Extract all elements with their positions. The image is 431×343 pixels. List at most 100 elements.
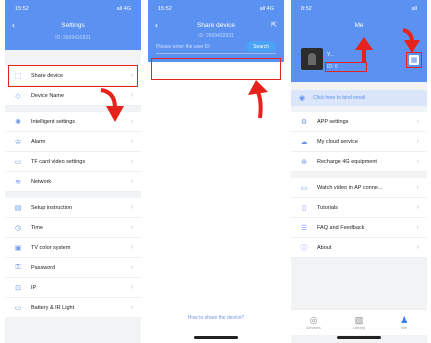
chevron-right-icon: › <box>416 244 419 251</box>
monitor-icon: ▭ <box>300 184 308 192</box>
time-row[interactable]: ◷ Time › <box>5 218 141 238</box>
page-title: Share device <box>197 21 235 29</box>
highlight-search <box>151 58 281 80</box>
image-icon: ▨ <box>354 315 364 325</box>
row-label: Alarm <box>31 138 46 145</box>
red-arrow-down-icon <box>402 28 420 53</box>
user-id-input[interactable] <box>156 40 247 53</box>
alarm-icon: ♔ <box>14 138 22 146</box>
password-row[interactable]: ⚿ Password › <box>5 258 141 278</box>
red-arrow-up-icon <box>355 37 373 63</box>
back-icon[interactable]: ‹ <box>12 18 15 32</box>
tv-icon: ▣ <box>14 244 22 252</box>
watch-video-row[interactable]: ▭ Watch video in AP conne... › <box>291 178 427 198</box>
page-title: Settings <box>61 21 85 29</box>
nav-bar: ‹ Settings <box>5 18 141 32</box>
settings-header: 15:52 all 4G ‹ Settings ID: 2609432831 <box>5 0 141 50</box>
battery-row[interactable]: ▭ Battery & IR Light › <box>5 298 141 318</box>
chevron-right-icon: › <box>416 224 419 231</box>
row-label: APP settings <box>317 118 349 125</box>
status-signal: all 4G <box>116 6 131 12</box>
chevron-right-icon: › <box>416 118 419 125</box>
sparkle-icon: ✺ <box>15 118 21 126</box>
nav-bar: ‹ Share device ⇱ <box>148 18 284 32</box>
tab-devices[interactable]: ◎ Devices <box>291 310 336 335</box>
status-time: 8:52 <box>301 6 312 12</box>
row-label: TV color system <box>31 244 71 251</box>
how-to-share-link[interactable]: How to share the device? <box>148 315 284 321</box>
tab-me[interactable]: ♟ Me <box>382 310 427 335</box>
chevron-right-icon: › <box>130 304 133 311</box>
ip-icon: ⊡ <box>15 284 21 292</box>
share-header: 15:52 all 4G ‹ Share device ⇱ ID: 260943… <box>148 0 284 39</box>
highlight-share-device <box>8 65 138 87</box>
device-id: ID: 2609432831 <box>55 35 91 41</box>
info-icon: ⓘ <box>300 244 308 252</box>
share-device-screen: 15:52 all 4G ‹ Share device ⇱ ID: 260943… <box>148 0 284 343</box>
status-bar: 8:52 all <box>291 0 427 18</box>
tv-color-row[interactable]: ▣ TV color system › <box>5 238 141 258</box>
bind-email-text: Click here to bind email <box>313 95 366 101</box>
setup-instruction-row[interactable]: ▤ Setup instruction › <box>5 198 141 218</box>
about-row[interactable]: ⓘ About › <box>291 238 427 258</box>
tag-icon: ◇ <box>15 92 21 100</box>
status-bar: 15:52 all 4G <box>5 0 141 18</box>
tutorials-row[interactable]: ▯ Tutorials › <box>291 198 427 218</box>
chevron-right-icon: › <box>130 118 133 125</box>
faq-row[interactable]: ☰ FAQ and Feedback › <box>291 218 427 238</box>
tab-bar: ◎ Devices ▨ Library ♟ Me <box>291 309 427 335</box>
highlight-qr-code <box>406 52 422 68</box>
chevron-right-icon: › <box>416 158 419 165</box>
row-label: Setup instruction <box>31 204 72 211</box>
recharge-icon: ⊛ <box>301 158 307 166</box>
red-arrow-up-icon <box>248 80 268 119</box>
row-label: Password <box>31 264 56 271</box>
row-label: Battery & IR Light <box>31 304 75 311</box>
status-signal: all 4G <box>259 6 274 12</box>
chevron-right-icon: › <box>416 204 419 211</box>
chevron-right-icon: › <box>130 244 133 251</box>
row-label: Recharge 4G equipment <box>317 158 377 165</box>
bind-email-row[interactable]: ◉ Click here to bind email <box>291 90 427 106</box>
search-button[interactable]: Search <box>246 41 276 52</box>
search-bar: Search <box>156 40 276 54</box>
row-label: FAQ and Feedback <box>317 224 365 231</box>
recharge-row[interactable]: ⊛ Recharge 4G equipment › <box>291 152 427 172</box>
ip-row[interactable]: ⊡ IP › <box>5 278 141 298</box>
home-indicator <box>337 336 381 339</box>
row-label: IP <box>31 284 37 291</box>
chevron-right-icon: › <box>130 224 133 231</box>
avatar[interactable] <box>301 48 323 70</box>
chevron-right-icon: › <box>130 158 133 165</box>
status-time: 15:52 <box>158 6 172 12</box>
chevron-right-icon: › <box>416 184 419 191</box>
tf-card-row[interactable]: ▭ TF card video settings › <box>5 152 141 172</box>
settings-section-3: ▤ Setup instruction › ◷ Time › ▣ TV colo… <box>5 198 141 318</box>
battery-icon: ▭ <box>14 304 22 312</box>
cloud-icon: ☁ <box>300 138 308 146</box>
chevron-right-icon: › <box>130 204 133 211</box>
tab-label: Library <box>352 325 366 330</box>
wifi-icon: ≋ <box>15 178 21 186</box>
me-section-2: ▭ Watch video in AP conne... › ▯ Tutoria… <box>291 178 427 258</box>
app-settings-row[interactable]: ⚙ APP settings › <box>291 112 427 132</box>
back-icon[interactable]: ‹ <box>155 18 158 32</box>
document-icon: ▯ <box>302 204 306 212</box>
status-signal: all <box>411 6 417 12</box>
user-name: Y... <box>327 52 334 58</box>
status-time: 15:52 <box>15 6 29 12</box>
share-out-icon[interactable]: ⇱ <box>271 21 277 29</box>
status-bar: 15:52 all 4G <box>148 0 284 18</box>
row-label: Network <box>31 178 52 185</box>
me-section-1: ⚙ APP settings › ☁ My cloud service › ⊛ … <box>291 112 427 172</box>
device-id: ID: 2609432831 <box>198 33 234 39</box>
gear-icon: ⚙ <box>300 118 308 126</box>
me-screen: 8:52 all Me Y... ID: 0 ▦ ◉ Click here to… <box>291 0 427 343</box>
alarm-row[interactable]: ♔ Alarm › <box>5 132 141 152</box>
page-title: Me <box>354 21 364 29</box>
tab-label: Devices <box>306 325 321 330</box>
tab-label: Me <box>401 325 408 330</box>
network-row[interactable]: ≋ Network › <box>5 172 141 192</box>
cloud-service-row[interactable]: ☁ My cloud service › <box>291 132 427 152</box>
tab-library[interactable]: ▨ Library <box>336 310 381 335</box>
